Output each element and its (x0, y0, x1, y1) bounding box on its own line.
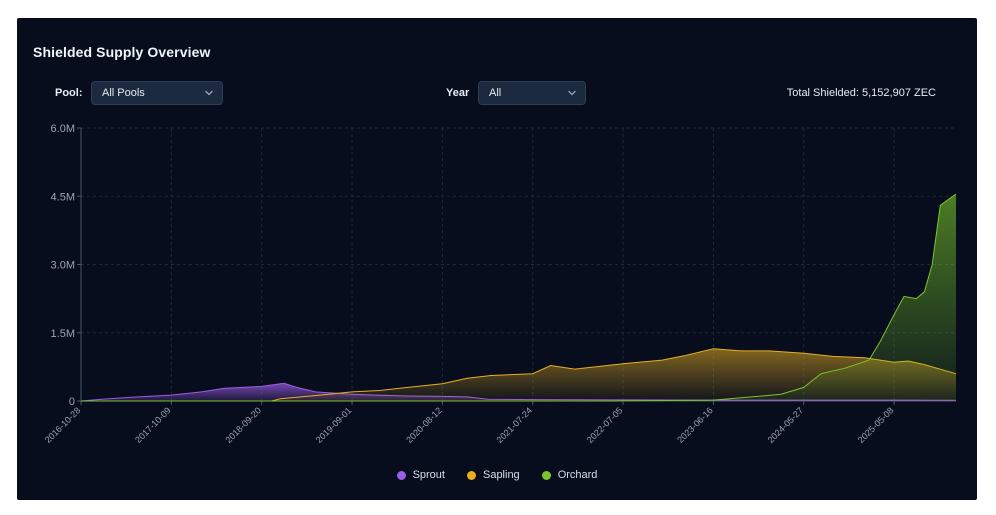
x-tick-label: 2016-10-28 (43, 405, 83, 445)
x-tick-label: 2018-09-20 (223, 405, 263, 445)
legend-label: Sapling (482, 469, 520, 481)
y-axis: 01.5M3.0M4.5M6.0M (51, 123, 82, 408)
legend-label: Sprout (412, 469, 445, 481)
x-tick-label: 2023-06-16 (675, 405, 715, 445)
legend-item-sprout[interactable]: Sprout (396, 469, 445, 481)
legend-item-orchard[interactable]: Orchard (541, 469, 598, 481)
legend-swatch (466, 470, 476, 480)
series-layer (80, 193, 957, 402)
y-tick-label: 3.0M (51, 260, 75, 272)
y-tick-label: 1.5M (51, 328, 75, 340)
chart-legend: Sprout Sapling Orchard (17, 467, 977, 483)
legend-item-sapling[interactable]: Sapling (466, 469, 520, 481)
x-axis: 2016-10-28 2017-10-09 2018-09-20 2019-09-01… (43, 400, 956, 445)
y-tick-label: 4.5M (51, 191, 75, 203)
legend-swatch (541, 470, 551, 480)
x-tick-label: 2024-05-27 (766, 405, 806, 445)
y-tick-label: 6.0M (51, 123, 75, 135)
legend-label: Orchard (557, 469, 598, 481)
legend-swatch (396, 470, 406, 480)
x-tick-label: 2025-05-08 (856, 405, 896, 445)
chart-panel: Shielded Supply Overview Pool: All Pools… (17, 18, 977, 500)
x-tick-label: 2022-07-05 (585, 405, 625, 445)
x-tick-label: 2019-09-01 (314, 405, 354, 445)
x-tick-label: 2021-07-24 (495, 405, 535, 445)
x-tick-label: 2020-08-12 (404, 405, 444, 445)
supply-chart: 01.5M3.0M4.5M6.0M 2016-10-28 2017-10-09 20… (43, 123, 957, 445)
x-tick-label: 2017-10-09 (133, 405, 173, 445)
